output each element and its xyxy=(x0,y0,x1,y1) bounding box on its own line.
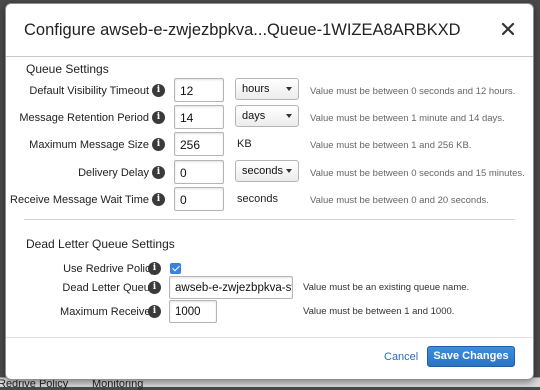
retention-period-hint: Value must be between 1 minute and 14 da… xyxy=(310,113,505,124)
retention-period-unit-select[interactable]: days xyxy=(235,105,299,127)
visibility-timeout-input[interactable]: 12 xyxy=(174,78,224,102)
receive-wait-time-input[interactable]: 0 xyxy=(174,187,224,211)
retention-period-input[interactable]: 14 xyxy=(174,105,224,129)
queue-settings-heading: Queue Settings xyxy=(26,62,109,76)
visibility-timeout-label: Default Visibility Timeout xyxy=(29,85,149,97)
save-changes-button[interactable]: Save Changes xyxy=(427,346,515,367)
max-receives-input[interactable]: 1000 xyxy=(169,300,217,323)
configure-queue-dialog: Configure awseb-e-zwjezbpkva...Queue-1WI… xyxy=(5,3,534,380)
dead-letter-queue-input[interactable]: awseb-e-zwjezbpkva-st xyxy=(169,276,293,299)
dead-letter-queue-hint: Value must be an existing queue name. xyxy=(303,282,470,293)
use-redrive-label: Use Redrive Policy xyxy=(63,263,156,275)
chevron-down-icon xyxy=(286,169,292,173)
info-icon[interactable]: i xyxy=(152,84,165,97)
visibility-timeout-row: Default Visibility Timeout i 12 hours Va… xyxy=(6,78,535,106)
section-divider xyxy=(24,219,515,220)
close-icon[interactable] xyxy=(499,20,517,38)
info-icon[interactable]: i xyxy=(148,262,161,275)
max-message-size-unit: KB xyxy=(237,138,252,150)
cancel-button[interactable]: Cancel xyxy=(384,351,418,363)
max-receives-label: Maximum Receives xyxy=(60,306,156,318)
retention-period-unit-value: days xyxy=(242,110,266,122)
dialog-header: Configure awseb-e-zwjezbpkva...Queue-1WI… xyxy=(6,4,533,57)
delivery-delay-unit-value: seconds xyxy=(242,165,283,177)
max-receives-hint: Value must be between 1 and 1000. xyxy=(303,306,455,317)
max-message-size-row: Maximum Message Size i 256 KB Value must… xyxy=(6,132,535,160)
max-message-size-input[interactable]: 256 xyxy=(174,132,224,156)
dead-letter-heading: Dead Letter Queue Settings xyxy=(26,237,175,251)
receive-wait-time-unit: seconds xyxy=(237,193,278,205)
receive-wait-time-hint: Value must be between 0 and 20 seconds. xyxy=(310,195,489,206)
receive-wait-time-row: Receive Message Wait Time i 0 seconds Va… xyxy=(6,187,535,215)
chevron-down-icon xyxy=(286,87,292,91)
info-icon[interactable]: i xyxy=(152,138,165,151)
max-message-size-hint: Value must be between 1 and 256 KB. xyxy=(310,140,472,151)
delivery-delay-label: Delivery Delay xyxy=(78,167,149,179)
delivery-delay-input[interactable]: 0 xyxy=(174,160,224,184)
receive-wait-time-label: Receive Message Wait Time xyxy=(10,194,149,206)
visibility-timeout-unit-value: hours xyxy=(242,83,270,95)
info-icon[interactable]: i xyxy=(152,166,165,179)
info-icon[interactable]: i xyxy=(152,111,165,124)
footer-divider xyxy=(6,337,533,338)
delivery-delay-row: Delivery Delay i 0 seconds Value must be… xyxy=(6,160,535,188)
max-receives-row: Maximum Receives i 1000 Value must be be… xyxy=(6,300,535,328)
info-icon[interactable]: i xyxy=(152,193,165,206)
chevron-down-icon xyxy=(286,114,292,118)
use-redrive-checkbox[interactable] xyxy=(170,263,181,274)
delivery-delay-hint: Value must be between 0 seconds and 15 m… xyxy=(310,168,525,179)
dialog-title: Configure awseb-e-zwjezbpkva...Queue-1WI… xyxy=(24,21,461,39)
visibility-timeout-unit-select[interactable]: hours xyxy=(235,78,299,100)
info-icon[interactable]: i xyxy=(148,305,161,318)
visibility-timeout-hint: Value must be between 0 seconds and 12 h… xyxy=(310,86,516,97)
retention-period-label: Message Retention Period xyxy=(19,112,149,124)
dead-letter-queue-label: Dead Letter Queue xyxy=(62,282,156,294)
delivery-delay-unit-select[interactable]: seconds xyxy=(235,160,299,182)
info-icon[interactable]: i xyxy=(148,281,161,294)
max-message-size-label: Maximum Message Size xyxy=(29,139,149,151)
retention-period-row: Message Retention Period i 14 days Value… xyxy=(6,105,535,133)
